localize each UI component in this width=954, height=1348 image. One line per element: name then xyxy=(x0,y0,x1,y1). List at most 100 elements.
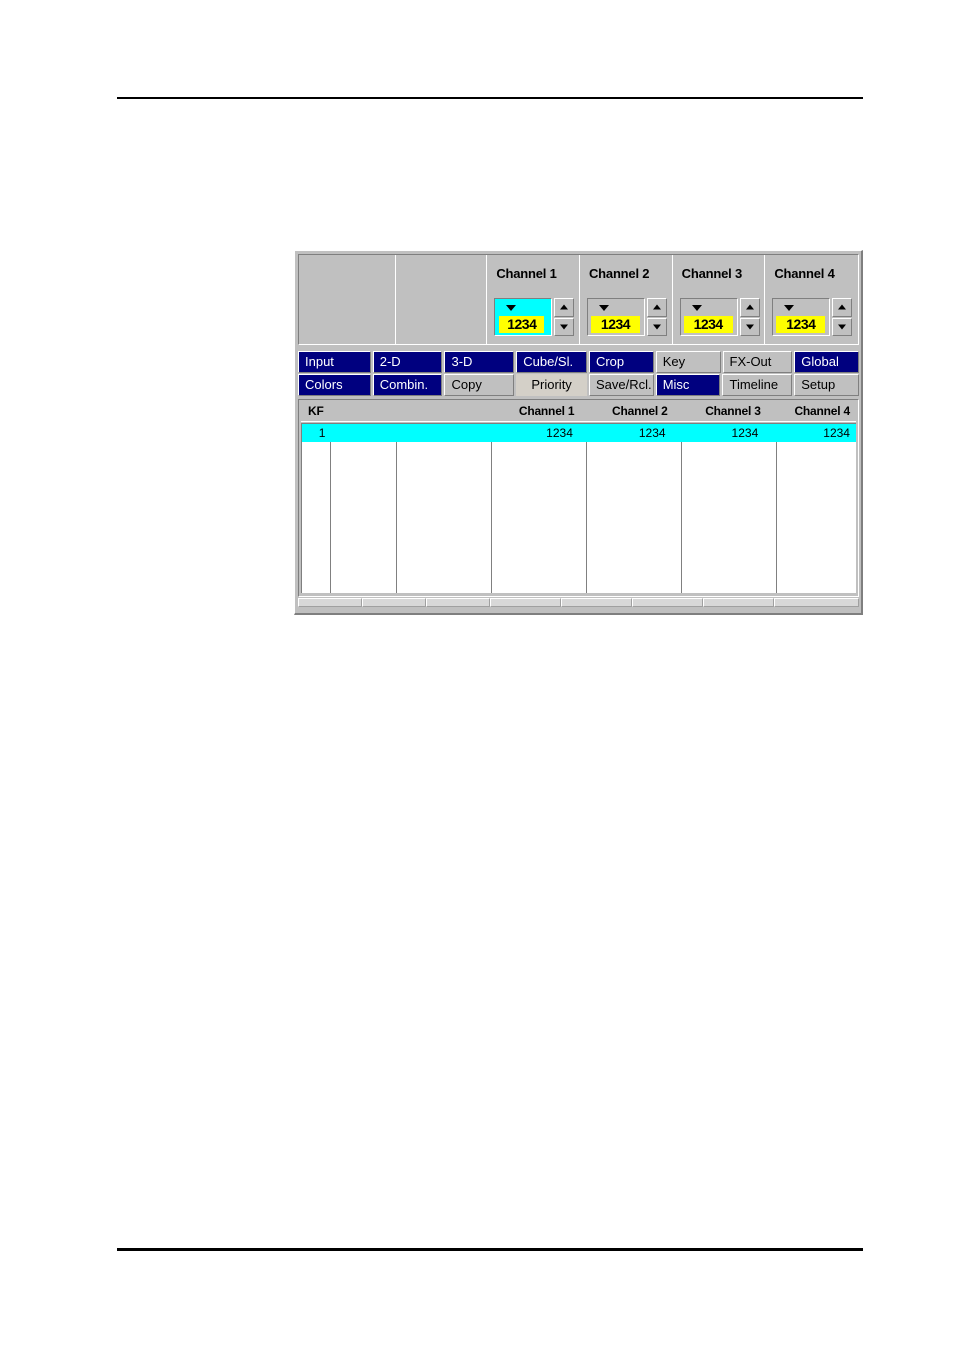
keyframe-table-body[interactable]: 1 1234 1234 1234 1234 xyxy=(301,423,856,593)
channel-1-spinner-up-button[interactable] xyxy=(554,298,575,317)
column-divider xyxy=(491,424,492,593)
tab-combin[interactable]: Combin. xyxy=(372,374,443,396)
keyframe-table: KF Channel 1 Channel 2 Channel 3 Channel… xyxy=(298,399,859,597)
channel-2-spinner-buttons xyxy=(646,298,667,336)
channel-4-spinner-value: 1234 xyxy=(776,316,826,333)
channel-4-spinner[interactable]: 1234 xyxy=(772,298,853,336)
triangle-down-icon xyxy=(560,324,569,330)
tab-key[interactable]: Key xyxy=(655,351,721,373)
channel-3-spinner-value: 1234 xyxy=(683,316,733,333)
channel-3-cell: Channel 3 1234 xyxy=(673,255,766,344)
column-divider xyxy=(396,424,397,593)
column-divider xyxy=(776,424,777,593)
column-resize-handle[interactable] xyxy=(298,598,362,607)
channel-2-spinner[interactable]: 1234 xyxy=(586,298,667,336)
tab-global[interactable]: Global xyxy=(794,351,860,373)
channel-4-spinner-up-button[interactable] xyxy=(832,298,853,317)
column-resize-handle[interactable] xyxy=(426,598,490,607)
tab-save-rcl[interactable]: Save/Rcl. xyxy=(588,374,654,396)
column-resize-handle[interactable] xyxy=(632,598,703,607)
column-divider xyxy=(681,424,682,593)
triangle-down-icon xyxy=(745,324,754,330)
column-resize-handle[interactable] xyxy=(703,598,774,607)
tab-row-1: Input 2-D 3-D Cube/Sl. Crop Key FX-Out G… xyxy=(298,351,860,373)
cell-col-b xyxy=(393,424,487,442)
tab-priority[interactable]: Priority xyxy=(516,374,587,396)
channel-4-spinner-field[interactable]: 1234 xyxy=(772,298,831,336)
column-divider xyxy=(586,424,587,593)
channel-2-spinner-up-button[interactable] xyxy=(646,298,667,317)
channel-2-cell: Channel 2 1234 xyxy=(580,255,673,344)
channel-1-spinner-buttons xyxy=(554,298,575,336)
tab-2d[interactable]: 2-D xyxy=(372,351,443,373)
channel-3-spinner-up-button[interactable] xyxy=(739,298,760,317)
page-footer-rule xyxy=(117,1248,863,1251)
tab-colors[interactable]: Colors xyxy=(298,374,371,396)
channel-3-title: Channel 3 xyxy=(681,266,743,281)
column-header-col-b[interactable] xyxy=(394,402,487,421)
tab-misc[interactable]: Misc xyxy=(655,374,721,396)
tab-fx-out[interactable]: FX-Out xyxy=(722,351,793,373)
column-header-channel-1[interactable]: Channel 1 xyxy=(487,402,580,421)
tab-3d[interactable]: 3-D xyxy=(444,351,515,373)
cell-channel-2: 1234 xyxy=(578,424,672,442)
triangle-down-icon xyxy=(652,324,661,330)
cell-kf: 1 xyxy=(302,424,330,442)
channel-3-spinner-down-button[interactable] xyxy=(739,317,760,336)
application-window: Channel 1 1234 Channel 2 1234 Channel 3 … xyxy=(294,250,863,615)
channel-2-spinner-field[interactable]: 1234 xyxy=(586,298,645,336)
channel-strip-blank-cell-1 xyxy=(299,255,396,344)
chevron-down-icon xyxy=(691,305,702,311)
channel-2-spinner-value: 1234 xyxy=(590,316,640,333)
triangle-up-icon xyxy=(560,304,569,310)
channel-4-spinner-down-button[interactable] xyxy=(832,317,853,336)
column-header-channel-2[interactable]: Channel 2 xyxy=(580,402,673,421)
keyframe-table-header: KF Channel 1 Channel 2 Channel 3 Channel… xyxy=(301,402,856,422)
channel-1-title: Channel 1 xyxy=(496,266,557,281)
column-resize-handle[interactable] xyxy=(490,598,561,607)
channel-1-spinner[interactable]: 1234 xyxy=(494,298,575,336)
tab-input[interactable]: Input xyxy=(298,351,371,373)
tab-row-2: Colors Combin. Copy Priority Save/Rcl. M… xyxy=(298,374,859,396)
tab-cube-sl[interactable]: Cube/Sl. xyxy=(516,351,587,373)
channel-3-spinner-field[interactable]: 1234 xyxy=(679,298,738,336)
channel-header-strip: Channel 1 1234 Channel 2 1234 Channel 3 … xyxy=(298,254,859,345)
channel-3-spinner-buttons xyxy=(739,298,760,336)
channel-3-spinner[interactable]: 1234 xyxy=(679,298,760,336)
tab-setup[interactable]: Setup xyxy=(794,374,859,396)
column-resize-handle[interactable] xyxy=(362,598,426,607)
tab-timeline[interactable]: Timeline xyxy=(722,374,793,396)
chevron-down-icon xyxy=(784,305,795,311)
cell-channel-3: 1234 xyxy=(671,424,765,442)
tab-grid: Input 2-D 3-D Cube/Sl. Crop Key FX-Out G… xyxy=(298,351,860,396)
chevron-down-icon xyxy=(506,305,517,311)
column-header-kf[interactable]: KF xyxy=(301,402,330,421)
channel-1-spinner-value: 1234 xyxy=(499,316,545,333)
column-header-channel-3[interactable]: Channel 3 xyxy=(674,402,767,421)
channel-4-spinner-buttons xyxy=(832,298,853,336)
channel-2-title: Channel 2 xyxy=(588,266,650,281)
triangle-up-icon xyxy=(652,304,661,310)
tab-crop[interactable]: Crop xyxy=(588,351,654,373)
triangle-down-icon xyxy=(838,324,847,330)
column-resize-handle[interactable] xyxy=(774,598,859,607)
column-resize-bar xyxy=(298,598,859,609)
cell-channel-4: 1234 xyxy=(764,424,856,442)
triangle-up-icon xyxy=(838,304,847,310)
column-header-channel-4[interactable]: Channel 4 xyxy=(767,402,856,421)
channel-1-spinner-down-button[interactable] xyxy=(554,317,575,336)
channel-4-title: Channel 4 xyxy=(774,266,835,281)
chevron-down-icon xyxy=(598,305,609,311)
table-row[interactable]: 1 1234 1234 1234 1234 xyxy=(302,424,856,442)
page-header-rule xyxy=(117,97,863,99)
triangle-up-icon xyxy=(745,304,754,310)
keyframe-grid-lines xyxy=(302,424,856,593)
channel-1-cell: Channel 1 1234 xyxy=(487,255,580,344)
column-resize-handle[interactable] xyxy=(561,598,632,607)
tab-copy[interactable]: Copy xyxy=(444,374,515,396)
channel-1-spinner-field[interactable]: 1234 xyxy=(494,298,553,336)
cell-col-a xyxy=(329,424,394,442)
column-header-col-a[interactable] xyxy=(330,402,395,421)
channel-2-spinner-down-button[interactable] xyxy=(646,317,667,336)
cell-channel-1: 1234 xyxy=(486,424,579,442)
